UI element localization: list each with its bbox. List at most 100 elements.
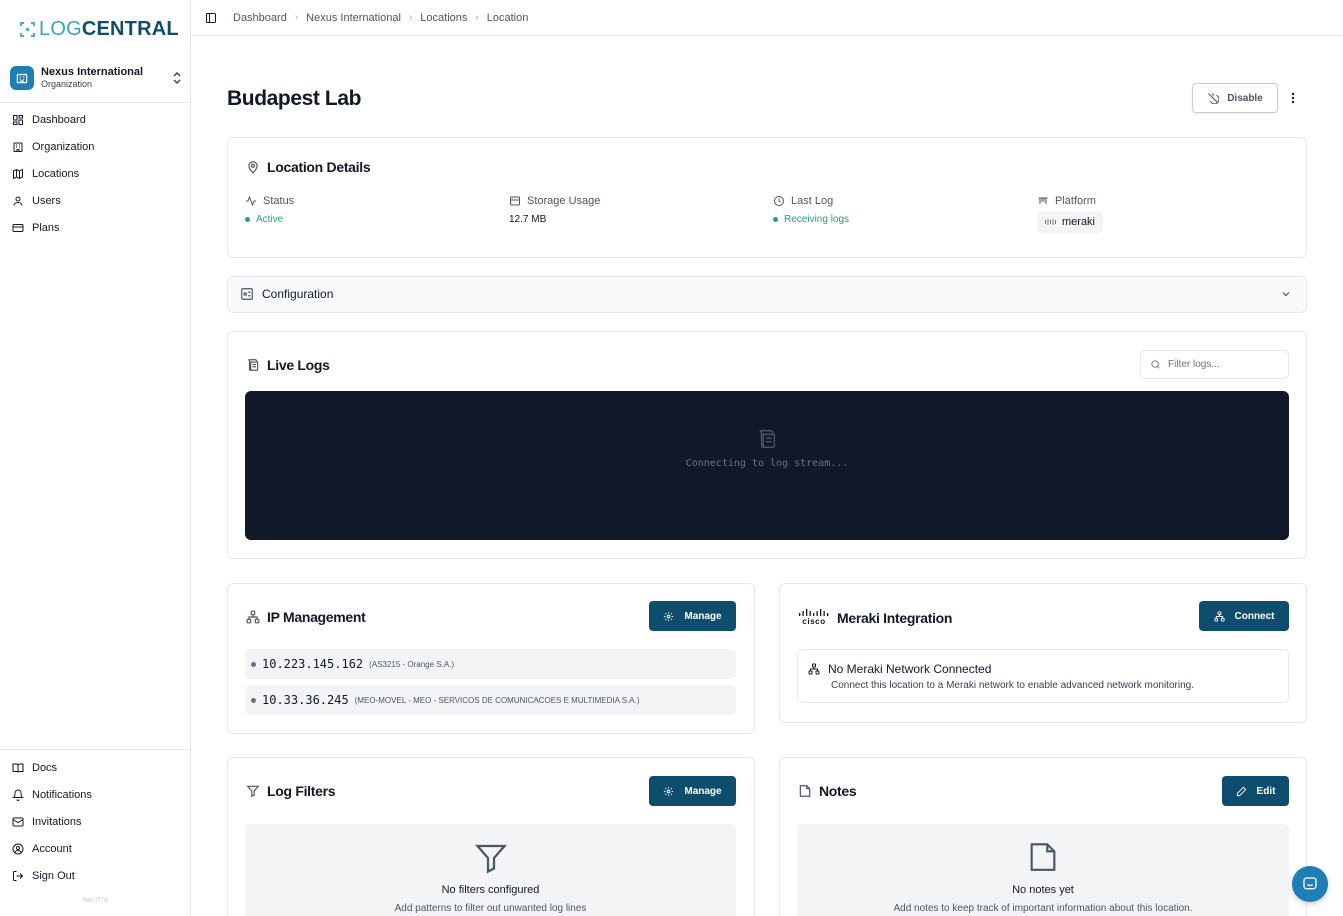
- nav-item-users[interactable]: Users: [0, 187, 191, 214]
- account-icon: [12, 843, 24, 854]
- ip-info: (MEO-MOVEL - MEO - SERVICOS DE COMUNICAC…: [354, 695, 640, 705]
- router-icon: [1038, 197, 1048, 204]
- logo-text: LOGCENTRAL: [39, 18, 179, 40]
- ip-management-header: IP Management: [246, 609, 366, 625]
- nav-item-account[interactable]: Account: [0, 835, 191, 862]
- platform-chip: meraki: [1037, 211, 1104, 233]
- card-title-text: Notes: [819, 783, 857, 799]
- ip-manage-button[interactable]: Manage: [649, 601, 736, 631]
- nav-label: Invitations: [32, 815, 82, 828]
- secondary-nav: Docs Notifications Invitations Account S…: [0, 754, 191, 889]
- filter-logs-input[interactable]: Filter logs...: [1140, 350, 1289, 379]
- map-icon: [13, 168, 23, 179]
- card-title-text: IP Management: [267, 609, 366, 625]
- chevron-down-icon: [1282, 292, 1290, 297]
- breadcrumb-item[interactable]: Dashboard: [233, 12, 287, 24]
- status-value: Active: [256, 214, 284, 225]
- nav-item-dashboard[interactable]: Dashboard: [0, 106, 191, 133]
- empty-desc: Add notes to keep track of important inf…: [893, 903, 1193, 914]
- nav-label: Sign Out: [32, 869, 75, 882]
- last-log-field: Last Log Receiving logs: [773, 195, 849, 225]
- database-icon: [510, 196, 520, 206]
- ip-status-dot: [251, 661, 256, 667]
- settings-panel-icon: [241, 288, 253, 300]
- chevron-up-down-icon: [173, 72, 181, 84]
- chat-icon: [1303, 877, 1317, 890]
- activity-icon: [246, 195, 256, 207]
- nav-item-locations[interactable]: Locations: [0, 160, 191, 187]
- nav-item-plans[interactable]: Plans: [0, 214, 191, 241]
- console-message: Connecting to log stream...: [685, 458, 849, 469]
- mail-icon: [12, 817, 24, 826]
- nav-item-notifications[interactable]: Notifications: [0, 781, 191, 808]
- filters-empty-state: No filters configured Add patterns to fi…: [245, 824, 736, 916]
- chevron-right-icon: ›: [408, 12, 413, 23]
- nav-item-docs[interactable]: Docs: [0, 754, 191, 781]
- app-logo[interactable]: LOGCENTRAL: [20, 18, 179, 41]
- building-icon: [13, 142, 23, 152]
- meraki-header: cisco Meraki Integration: [798, 609, 952, 626]
- chevron-right-icon: ›: [294, 12, 299, 23]
- ip-address: 10.33.36.245: [262, 693, 349, 707]
- org-type: Organization: [41, 79, 93, 89]
- empty-title: No filters configured: [441, 884, 540, 896]
- nav-item-organization[interactable]: Organization: [0, 133, 191, 160]
- log-console[interactable]: Connecting to log stream...: [245, 391, 1289, 540]
- card-title-text: Meraki Integration: [837, 609, 953, 626]
- empty-title: No notes yet: [1012, 884, 1074, 896]
- notes-edit-button[interactable]: Edit: [1222, 776, 1289, 806]
- scroll-icon: [759, 430, 776, 448]
- power-off-icon: [1208, 93, 1220, 104]
- breadcrumb-item[interactable]: Locations: [420, 12, 467, 24]
- card-icon: [12, 223, 24, 232]
- gear-icon: [664, 786, 674, 796]
- status-field: Status Active: [245, 195, 294, 225]
- filters-manage-button[interactable]: Manage: [649, 776, 736, 806]
- sidebar-toggle-icon[interactable]: [205, 12, 217, 24]
- storage-label: Storage Usage: [527, 195, 601, 207]
- nav-label: Notifications: [32, 788, 92, 801]
- version-label: 6ac7f7a: [83, 897, 108, 904]
- ip-address: 10.223.145.162: [262, 657, 364, 671]
- pencil-icon: [1236, 786, 1246, 796]
- status-dot: [773, 217, 778, 222]
- nav-label: Users: [32, 194, 61, 207]
- clock-icon: [774, 196, 784, 206]
- filter-icon: [474, 844, 507, 874]
- primary-nav: Dashboard Organization Locations Users P…: [0, 106, 191, 241]
- network-icon: [1213, 610, 1225, 622]
- manage-label: Manage: [684, 785, 722, 797]
- empty-desc: Add patterns to filter out unwanted log …: [394, 903, 587, 914]
- nav-label: Account: [32, 842, 72, 855]
- nav-item-sign-out[interactable]: Sign Out: [0, 862, 191, 889]
- sign-out-icon: [13, 870, 24, 881]
- nav-label: Docs: [32, 761, 58, 774]
- nav-label: Plans: [32, 221, 60, 234]
- chat-support-button[interactable]: [1292, 866, 1328, 902]
- log-filters-header: Log Filters: [246, 783, 336, 799]
- top-bar: Dashboard › Nexus International › Locati…: [191, 0, 1343, 36]
- disable-button[interactable]: Disable: [1192, 83, 1278, 113]
- status-label: Status: [263, 195, 295, 207]
- more-options-button[interactable]: [1281, 86, 1305, 110]
- dashboard-icon: [13, 114, 23, 125]
- nav-label: Organization: [32, 140, 95, 153]
- platform-label: Platform: [1055, 195, 1096, 207]
- org-switcher[interactable]: Nexus International Organization: [10, 62, 182, 94]
- sidebar-divider: [0, 749, 191, 750]
- logo-mark-icon: [20, 22, 35, 37]
- breadcrumb-item[interactable]: Nexus International: [306, 12, 401, 24]
- page-title: Budapest Lab: [227, 87, 362, 110]
- breadcrumb-item-current: Location: [486, 11, 529, 24]
- meraki-status-title: No Meraki Network Connected: [828, 662, 992, 676]
- configuration-accordion[interactable]: Configuration: [227, 276, 1307, 313]
- platform-field: Platform meraki: [1037, 195, 1104, 233]
- meraki-connect-button[interactable]: Connect: [1199, 601, 1289, 631]
- nav-item-invitations[interactable]: Invitations: [0, 808, 191, 835]
- ip-status-dot: [251, 697, 256, 703]
- scroll-icon: [248, 359, 259, 371]
- last-log-value: Receiving logs: [784, 214, 850, 225]
- chevron-right-icon: ›: [475, 12, 479, 23]
- search-icon: [1151, 360, 1160, 369]
- ip-list-item: 10.223.145.162 (AS3215 - Orange S.A.): [245, 649, 736, 679]
